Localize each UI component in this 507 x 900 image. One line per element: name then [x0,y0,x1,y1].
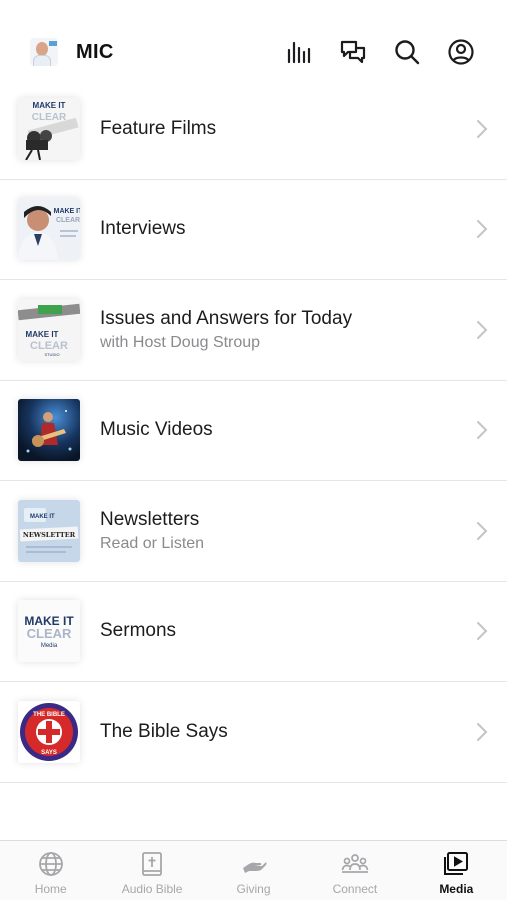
tab-audio-bible[interactable]: Audio Bible [101,841,202,900]
list-item-subtitle: with Host Doug Stroup [100,333,261,351]
media-category-list: MAKE IT CLEAR Feature Films MAKE IT CLEA [0,79,507,783]
svg-text:SAYS: SAYS [41,750,57,756]
tab-label: Audio Bible [121,882,183,896]
list-item-text: Issues and Answers for Today with Host D… [100,308,457,352]
svg-text:MAKE IT: MAKE IT [33,101,66,110]
chevron-right-icon [477,220,488,239]
newsletter-thumbnail: MAKE IT NEWSLETTER [18,499,80,562]
audio-bars-button[interactable] [283,36,315,68]
interview-portrait-thumbnail: MAKE IT CLEAR [18,198,80,261]
list-item-title: Interviews [100,218,186,240]
chat-button[interactable] [337,36,369,68]
list-item-text: Newsletters Read or Listen [100,509,457,553]
search-button[interactable] [391,36,423,68]
list-item-issues-and-answers[interactable]: MAKE IT CLEAR STUDIO Issues and Answers … [0,280,507,381]
list-item-subtitle: Read or Listen [100,534,205,552]
tab-label: Connect [332,882,378,896]
chevron-right-icon [477,722,488,741]
list-item-text: The Bible Says [100,721,457,743]
list-item-interviews[interactable]: MAKE IT CLEAR Interviews [0,180,507,280]
tab-connect[interactable]: Connect [304,841,405,900]
media-play-icon [444,852,469,875]
list-item-text: Feature Films [100,118,457,140]
svg-text:CLEAR: CLEAR [30,340,68,352]
tab-label: Giving [236,882,271,896]
profile-icon [448,39,474,65]
list-item-title: Feature Films [100,117,217,139]
tab-giving[interactable]: Giving [203,841,304,900]
chevron-right-icon [477,119,488,138]
list-item-title: Sermons [100,620,177,642]
chat-icon [340,40,366,64]
header-actions [261,36,477,68]
issues-answers-thumbnail: MAKE IT CLEAR STUDIO [18,298,80,361]
bible-says-badge-thumbnail: THE BIBLE SAYS [18,700,80,763]
giving-hand-icon [242,862,267,873]
guitarist-thumbnail [18,399,80,462]
list-item-title: Issues and Answers for Today [100,307,353,329]
svg-text:MAKE IT: MAKE IT [26,330,59,339]
svg-text:MAKE IT: MAKE IT [54,208,80,215]
tab-label: Media [439,882,474,896]
list-item-newsletters[interactable]: MAKE IT NEWSLETTER Newsletters Read or L… [0,481,507,582]
chevron-right-icon [477,622,488,641]
make-it-clear-logo-thumbnail: MAKE IT CLEAR Media [18,600,80,663]
list-item-text: Sermons [100,620,457,642]
svg-text:THE BIBLE: THE BIBLE [33,712,65,718]
tab-home[interactable]: Home [0,841,101,900]
brand-logo-icon [30,38,58,66]
audio-bars-icon [287,41,311,64]
film-camera-thumbnail: MAKE IT CLEAR [18,97,80,160]
chevron-right-icon [477,521,488,540]
globe-icon [38,852,63,876]
bottom-tab-bar: Home Audio Bible Giving Connect Media [0,840,507,900]
list-item-text: Music Videos [100,419,457,441]
chevron-right-icon [477,320,488,339]
list-item-title: Newsletters [100,508,200,530]
list-item-sermons[interactable]: MAKE IT CLEAR Media Sermons [0,582,507,682]
bible-book-icon [142,852,163,876]
svg-text:NEWSLETTER: NEWSLETTER [23,531,76,539]
list-item-title: Music Videos [100,419,213,441]
svg-text:CLEAR: CLEAR [32,112,67,123]
svg-text:CLEAR: CLEAR [27,626,72,641]
svg-text:STUDIO: STUDIO [44,352,59,357]
profile-button[interactable] [445,36,477,68]
list-item-title: The Bible Says [100,720,228,742]
tab-media[interactable]: Media [406,841,507,900]
list-item-feature-films[interactable]: MAKE IT CLEAR Feature Films [0,79,507,180]
search-icon [395,40,420,65]
chevron-right-icon [477,421,488,440]
svg-text:MAKE IT: MAKE IT [30,514,55,520]
list-item-music-videos[interactable]: Music Videos [0,381,507,481]
list-item-the-bible-says[interactable]: THE BIBLE SAYS The Bible Says [0,682,507,783]
people-group-icon [341,854,369,873]
svg-text:Media: Media [41,643,58,649]
app-title: MIC [76,40,114,63]
list-item-text: Interviews [100,218,457,240]
brand[interactable]: MIC [30,38,114,66]
tab-label: Home [34,882,67,896]
svg-text:CLEAR: CLEAR [56,217,80,224]
